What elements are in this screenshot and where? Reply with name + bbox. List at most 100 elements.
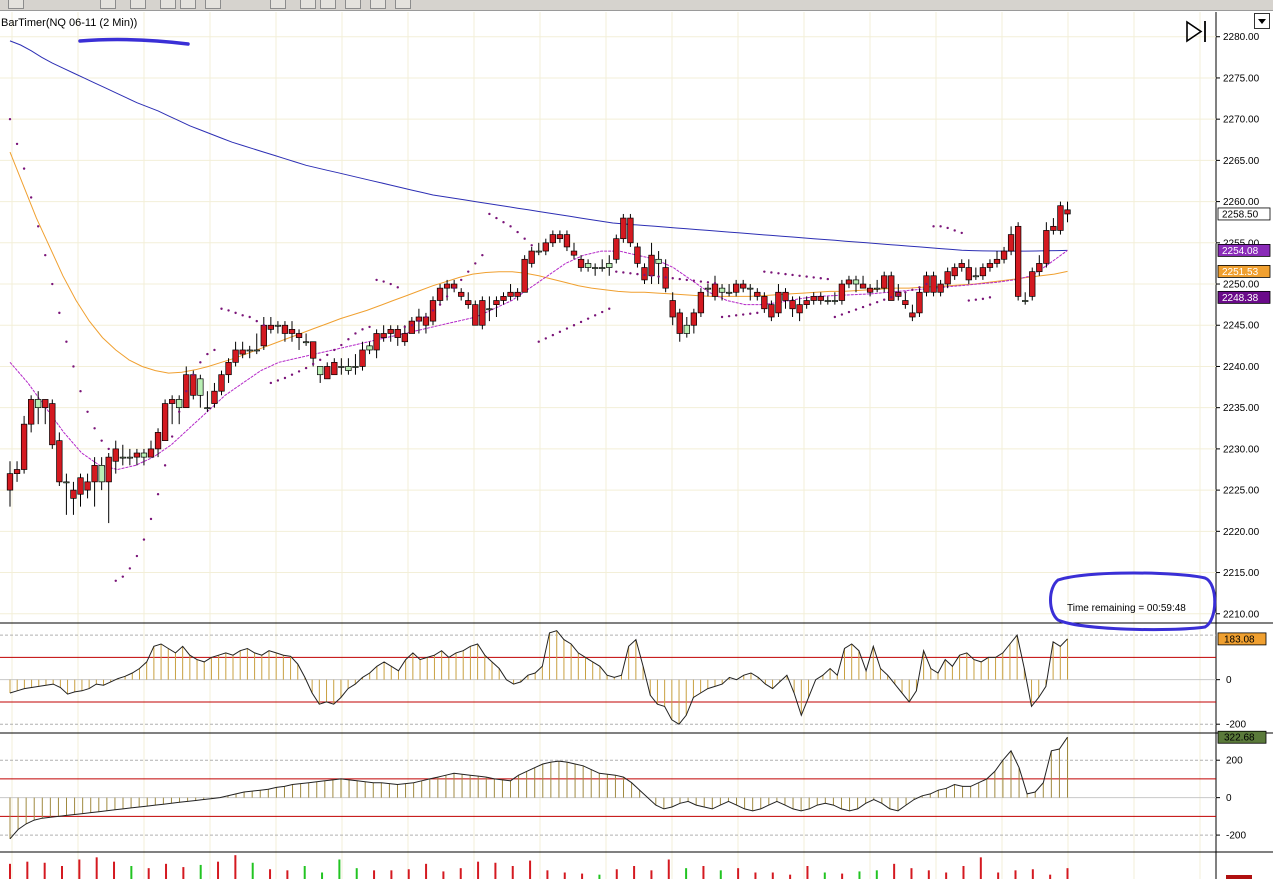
candle-body-up bbox=[35, 399, 42, 409]
chart-title: BarTimer(NQ 06-11 (2 Min)) bbox=[1, 17, 137, 29]
price-tick-label: 2260.00 bbox=[1223, 197, 1260, 208]
price-tick-label: 2280.00 bbox=[1223, 32, 1260, 43]
chevron-down-icon[interactable] bbox=[1254, 13, 1270, 29]
candle-body-up bbox=[176, 399, 183, 409]
candle bbox=[458, 288, 465, 301]
candle-body-down bbox=[993, 258, 1001, 264]
psar-dot bbox=[756, 311, 759, 315]
candle bbox=[852, 275, 860, 293]
psar-dot bbox=[960, 231, 963, 235]
psar-dot bbox=[283, 376, 287, 380]
psar-dot bbox=[706, 281, 710, 284]
candle bbox=[472, 300, 479, 326]
candle bbox=[91, 457, 98, 507]
annotation-circle bbox=[1049, 571, 1217, 632]
candle-body-down bbox=[944, 271, 951, 285]
ema-line bbox=[9, 151, 1068, 374]
candle-body-down bbox=[930, 275, 937, 293]
psar-dot bbox=[170, 435, 174, 438]
candle-body-down bbox=[169, 399, 176, 404]
psar-dot bbox=[586, 317, 590, 320]
candle-body-up bbox=[599, 267, 606, 269]
psar-dot bbox=[826, 277, 829, 281]
psar-dot bbox=[692, 279, 696, 282]
candle bbox=[225, 358, 232, 383]
candle bbox=[486, 296, 493, 322]
skip-to-end-icon[interactable] bbox=[1186, 20, 1206, 43]
candle bbox=[232, 341, 239, 367]
candle bbox=[916, 288, 923, 317]
candle bbox=[641, 263, 648, 285]
candle-body-down bbox=[775, 291, 782, 314]
psar-dot bbox=[932, 225, 935, 228]
candle-body-down bbox=[754, 291, 761, 297]
candle bbox=[817, 292, 824, 305]
psar-dot bbox=[382, 280, 385, 283]
psar-dot bbox=[135, 554, 139, 558]
candle-body-down bbox=[56, 440, 63, 483]
psar-dot bbox=[918, 286, 921, 289]
candle-body-up bbox=[317, 366, 324, 376]
psar-dot bbox=[431, 309, 435, 312]
psar-dot bbox=[777, 272, 780, 275]
candle bbox=[909, 304, 916, 322]
candle bbox=[1007, 226, 1015, 256]
candle-body-down bbox=[373, 333, 380, 351]
candle-body-down bbox=[472, 304, 479, 326]
psar-dot bbox=[720, 315, 724, 319]
candle bbox=[451, 279, 458, 293]
candle bbox=[197, 374, 204, 408]
psar-dot bbox=[100, 439, 103, 442]
price-tick-label: 2235.00 bbox=[1223, 403, 1260, 414]
candle bbox=[1014, 222, 1022, 301]
psar-dot bbox=[389, 282, 392, 286]
price-tick-label: 2240.00 bbox=[1223, 362, 1260, 373]
candle bbox=[295, 329, 303, 350]
psar-dot bbox=[474, 262, 477, 265]
price-tick-label: 2220.00 bbox=[1223, 527, 1260, 538]
candle-body-up bbox=[246, 349, 253, 352]
candle bbox=[556, 230, 564, 243]
candle-body-up bbox=[972, 275, 979, 278]
candle-body-up bbox=[535, 250, 542, 253]
candle-body-down bbox=[634, 246, 641, 264]
candle-body-down bbox=[965, 267, 972, 281]
psar-dot bbox=[847, 310, 851, 314]
oscillator-line bbox=[9, 736, 1068, 840]
candle-body-down bbox=[147, 448, 155, 458]
candle-body-down bbox=[42, 399, 49, 409]
candle-body-up bbox=[197, 378, 204, 396]
price-tick-label: 2250.00 bbox=[1223, 280, 1260, 291]
psar-dot bbox=[417, 319, 421, 323]
candle bbox=[859, 275, 867, 289]
candle bbox=[845, 275, 853, 289]
candle bbox=[796, 296, 803, 322]
candle-body-down bbox=[112, 448, 119, 462]
candle-body-down bbox=[556, 234, 564, 240]
candle-body-down bbox=[514, 291, 521, 297]
candle-body-up bbox=[63, 481, 70, 484]
candle-body-down bbox=[902, 300, 909, 305]
candle-body-down bbox=[979, 267, 987, 277]
psar-dot bbox=[608, 307, 611, 310]
candle-body-down bbox=[697, 291, 705, 314]
psar-dot bbox=[44, 253, 47, 257]
candle bbox=[740, 279, 747, 293]
oscillator-tick-label: 200 bbox=[1226, 756, 1243, 767]
candle bbox=[965, 259, 972, 285]
candle bbox=[521, 255, 528, 293]
candle-body-down bbox=[951, 267, 958, 277]
candle bbox=[500, 292, 507, 305]
candle-body-down bbox=[1014, 225, 1022, 297]
psar-dot bbox=[107, 447, 110, 451]
candle bbox=[1057, 201, 1064, 235]
candle-body-down bbox=[458, 291, 465, 297]
psar-dot bbox=[516, 230, 519, 234]
psar-dot bbox=[565, 327, 569, 330]
oscillator-tick-label: -200 bbox=[1226, 720, 1246, 731]
psar-dot bbox=[749, 312, 752, 315]
psar-dot bbox=[763, 270, 766, 273]
price-tag-label: 2251.53 bbox=[1222, 267, 1259, 278]
candle bbox=[606, 255, 613, 276]
candle bbox=[951, 263, 958, 280]
